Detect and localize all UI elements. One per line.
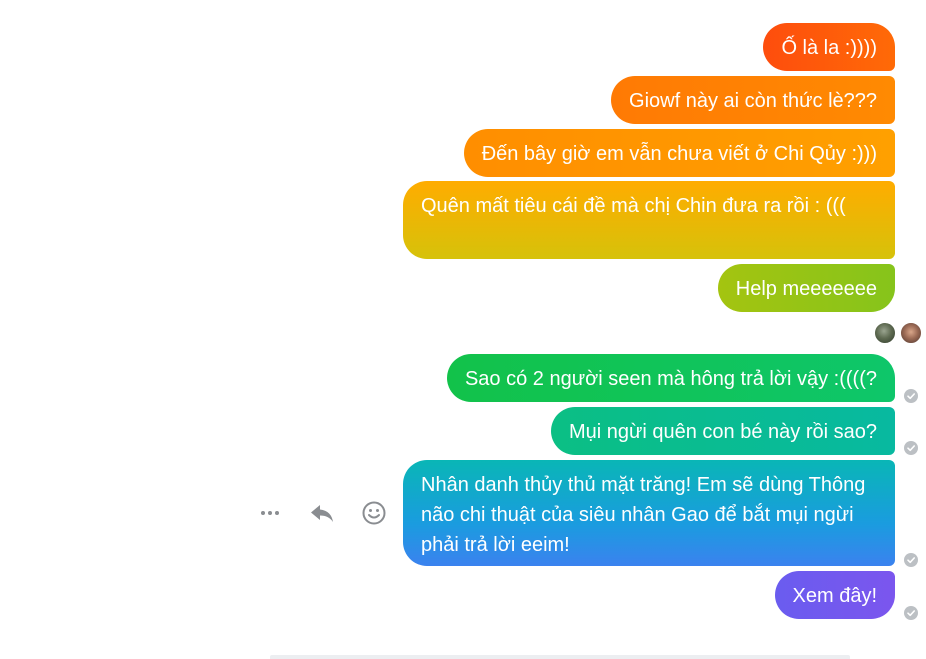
message-bubble[interactable]: Giowf này ai còn thức lè???: [611, 76, 895, 124]
reply-icon[interactable]: [306, 497, 338, 529]
emoji-react-icon[interactable]: [358, 497, 390, 529]
message-bubble[interactable]: Help meeeeeee: [717, 264, 895, 312]
seen-avatar[interactable]: [900, 322, 922, 344]
message-bubble[interactable]: Quên mất tiêu cái đề mà chị Chin đưa ra …: [403, 181, 895, 259]
message-text: Help meeeeeee: [735, 278, 877, 300]
message-bubble[interactable]: Sao có 2 người seen mà hông trả lời vậy …: [446, 354, 895, 402]
message-bubble[interactable]: Ố là la :)))): [763, 23, 895, 71]
message-bubble[interactable]: Đến bây giờ em vẫn chưa viết ở Chi Qủy :…: [463, 129, 895, 177]
sent-check-icon: [904, 606, 918, 620]
seen-avatar[interactable]: [874, 322, 896, 344]
more-options-icon[interactable]: [254, 497, 286, 529]
message-bubble[interactable]: Xem đây!: [774, 571, 895, 619]
message-bubble[interactable]: Mụi ngừi quên con bé này rồi sao?: [550, 407, 895, 455]
sent-check-icon: [904, 389, 918, 403]
seen-by-row[interactable]: [874, 322, 922, 344]
message-text: Ố là la :)))): [781, 37, 877, 59]
composer-edge: [270, 655, 850, 659]
message-text: Mụi ngừi quên con bé này rồi sao?: [568, 421, 877, 443]
message-text: Giowf này ai còn thức lè???: [629, 90, 877, 112]
chat-thread: Ố là la :)))) Giowf này ai còn thức lè??…: [0, 0, 926, 659]
message-text: Đến bây giờ em vẫn chưa viết ở Chi Qủy :…: [481, 143, 877, 165]
sent-check-icon: [904, 441, 918, 455]
message-text: Sao có 2 người seen mà hông trả lời vậy …: [464, 368, 877, 390]
message-text: Xem đây!: [792, 585, 877, 607]
message-text: Quên mất tiêu cái đề mà chị Chin đưa ra …: [421, 195, 846, 217]
sent-check-icon: [904, 553, 918, 567]
message-bubble[interactable]: Nhân danh thủy thủ mặt trăng! Em sẽ dùng…: [403, 460, 895, 566]
message-actions: [254, 497, 410, 529]
message-text: Nhân danh thủy thủ mặt trăng! Em sẽ dùng…: [421, 474, 866, 556]
